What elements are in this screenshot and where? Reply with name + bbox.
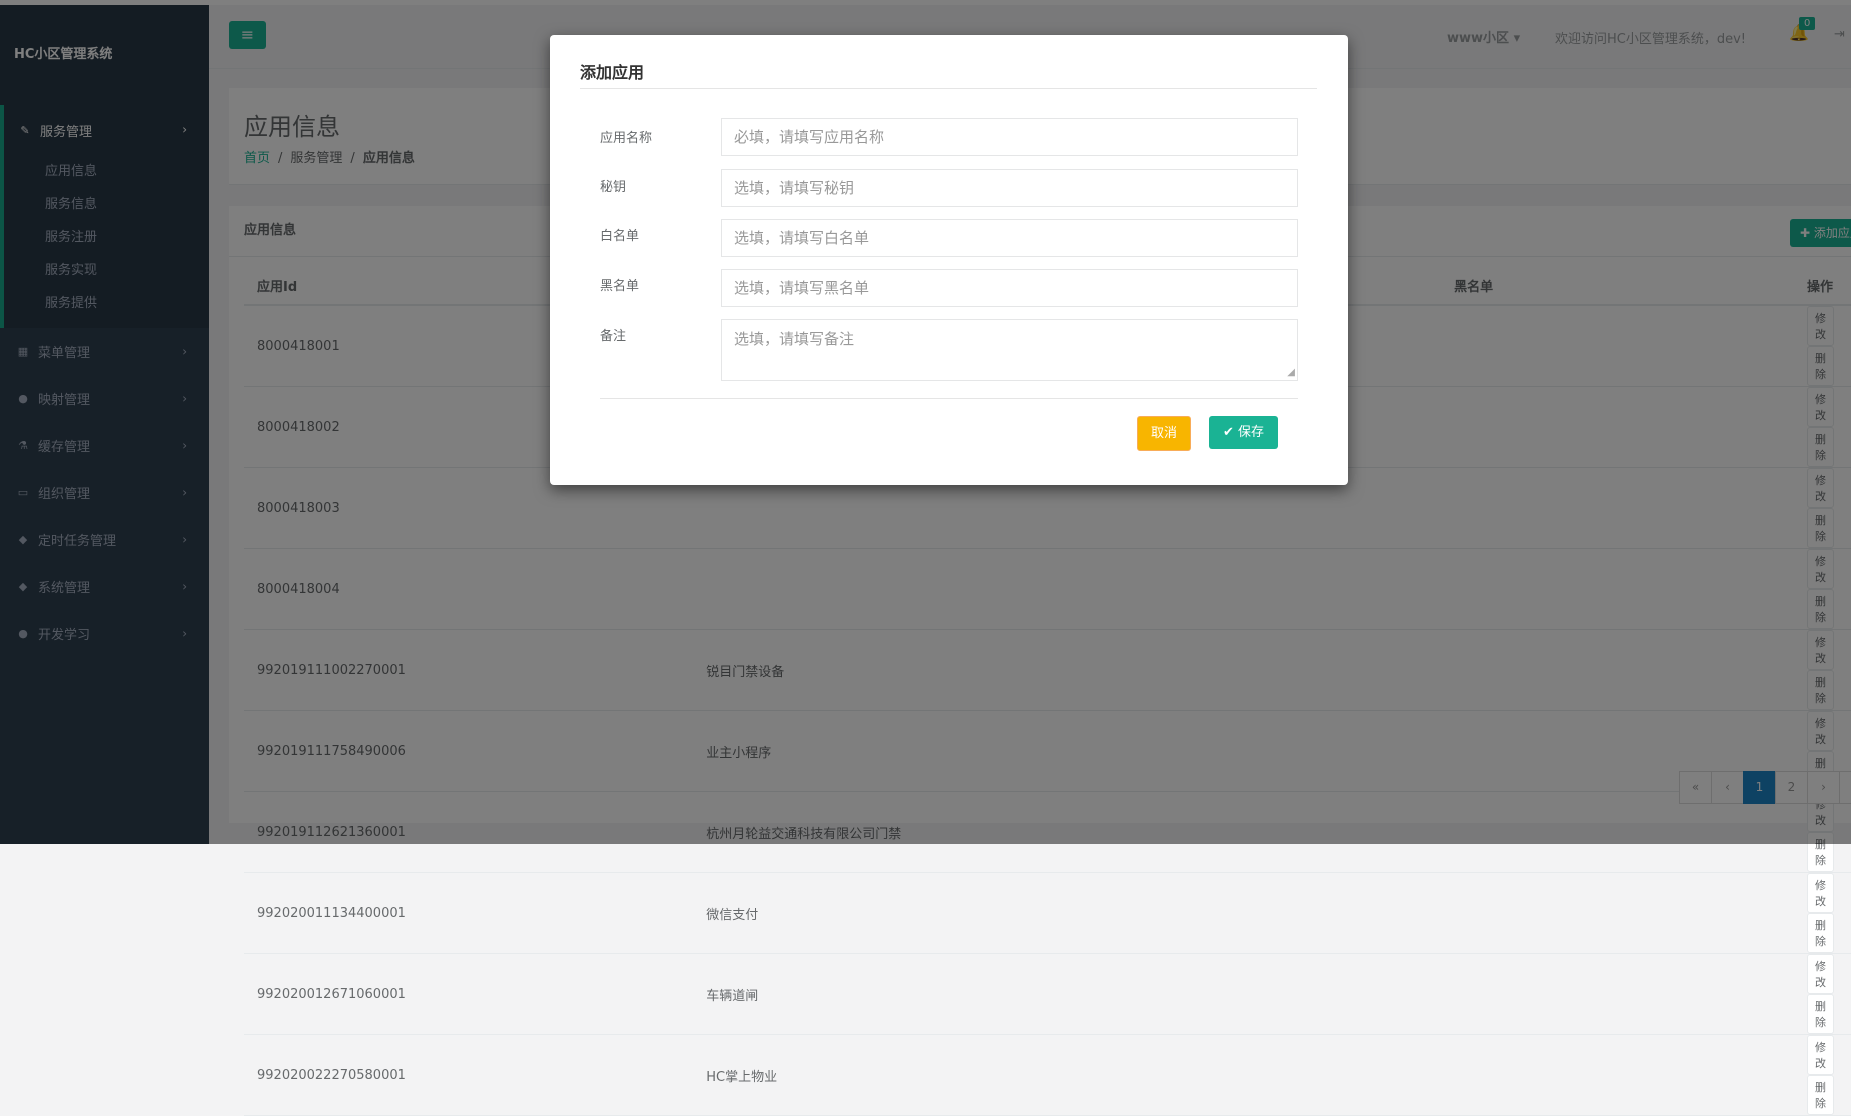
cell-actions: 修改删除	[1794, 953, 1851, 1035]
app-name-input[interactable]: 必填，请填写应用名称	[721, 118, 1298, 156]
cell-app-id: 992020011134400001	[244, 872, 694, 954]
whitelist-input[interactable]: 选填，请填写白名单	[721, 219, 1298, 257]
cell-app-name: 微信支付	[693, 872, 1442, 954]
label-remark: 备注	[600, 329, 627, 344]
edit-button[interactable]: 修改	[1807, 954, 1834, 994]
label-secret: 秘钥	[600, 180, 627, 195]
label-app-name: 应用名称	[600, 131, 653, 146]
remark-textarea[interactable]: 选填，请填写备注 ◢	[721, 319, 1298, 381]
delete-button[interactable]: 删除	[1807, 1075, 1834, 1115]
add-app-modal: 添加应用 应用名称 必填，请填写应用名称 秘钥 选填，请填写秘钥 白名单 选填，…	[550, 35, 1348, 485]
modal-divider	[580, 88, 1317, 89]
edit-button[interactable]: 修改	[1807, 873, 1834, 913]
delete-button[interactable]: 删除	[1807, 913, 1834, 953]
blacklist-input[interactable]: 选填，请填写黑名单	[721, 269, 1298, 307]
secret-input[interactable]: 选填，请填写秘钥	[721, 169, 1298, 207]
cell-actions: 修改删除	[1794, 872, 1851, 954]
cell-app-id: 992020012671060001	[244, 953, 694, 1035]
label-blacklist: 黑名单	[600, 279, 640, 294]
cell-actions: 修改删除	[1794, 1034, 1851, 1116]
cancel-button[interactable]: 取消	[1137, 416, 1191, 451]
check-icon: ✔	[1222, 425, 1234, 440]
cell-app-id: 992020022270580001	[244, 1034, 694, 1116]
cell-blacklist	[1441, 953, 1794, 1035]
table-row: 992020012671060001 车辆道闸 修改删除	[244, 953, 1851, 1035]
cell-blacklist	[1441, 1034, 1794, 1116]
label-whitelist: 白名单	[600, 229, 640, 244]
cell-app-name: 车辆道闸	[693, 953, 1442, 1035]
modal-title: 添加应用	[580, 63, 645, 82]
save-button[interactable]: ✔ 保存	[1209, 416, 1278, 449]
cell-app-name: HC掌上物业	[693, 1034, 1442, 1116]
resize-handle-icon[interactable]: ◢	[1287, 367, 1295, 378]
edit-button[interactable]: 修改	[1807, 1035, 1834, 1075]
cell-blacklist	[1441, 872, 1794, 954]
delete-button[interactable]: 删除	[1807, 994, 1834, 1034]
modal-footer-divider	[600, 398, 1298, 399]
table-row: 992020022270580001 HC掌上物业 修改删除	[244, 1034, 1851, 1116]
table-row: 992020011134400001 微信支付 修改删除	[244, 872, 1851, 954]
